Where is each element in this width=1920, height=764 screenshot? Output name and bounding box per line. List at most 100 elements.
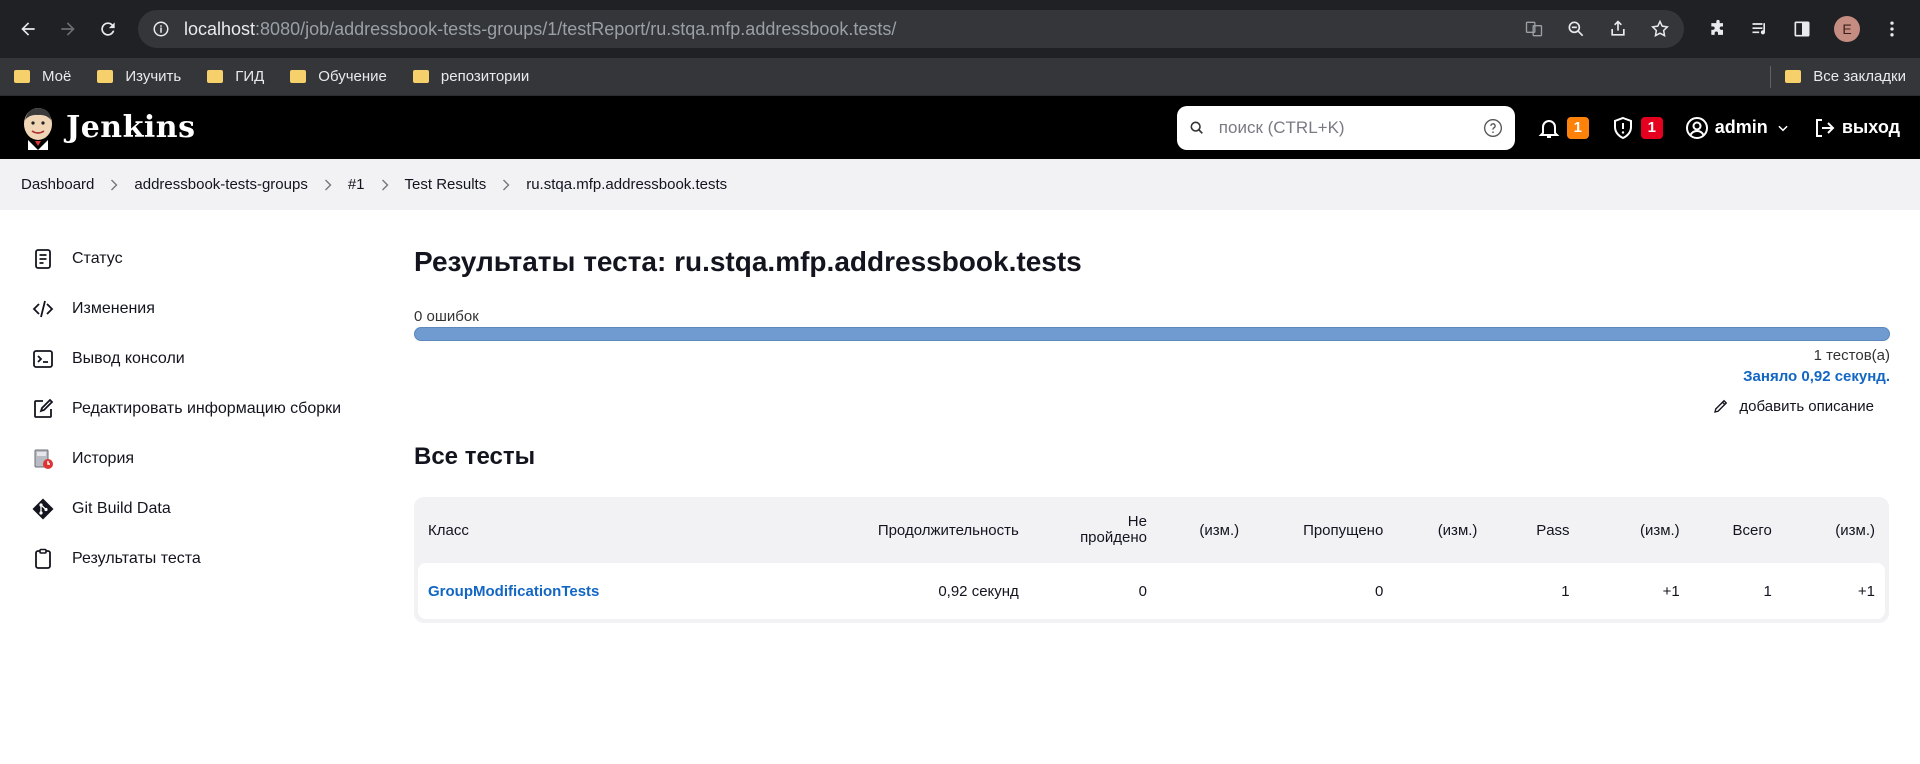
column-header[interactable]: (изм.) bbox=[1393, 497, 1487, 563]
bookmark-folder[interactable]: репозитории bbox=[412, 68, 530, 85]
column-header[interactable]: Pass bbox=[1487, 497, 1579, 563]
chevron-right-icon bbox=[324, 179, 332, 190]
sidebar-item-git-build-data[interactable]: Git Build Data bbox=[30, 484, 414, 534]
all-bookmarks[interactable]: Все закладки bbox=[1770, 65, 1906, 88]
zoom-icon[interactable] bbox=[1566, 19, 1586, 39]
side-panel: Статус Изменения Вывод консоли Редактиро… bbox=[0, 210, 414, 623]
url-host: localhost bbox=[184, 18, 256, 39]
bookmark-label: Обучение bbox=[318, 68, 387, 85]
folder-icon bbox=[290, 70, 307, 83]
bell-icon bbox=[1538, 119, 1560, 138]
sidebar-item-test-results[interactable]: Результаты теста bbox=[30, 534, 414, 584]
jenkins-butler-icon bbox=[24, 107, 52, 150]
sidebar-item-changes[interactable]: Изменения bbox=[30, 284, 414, 334]
main-panel: Результаты теста: ru.stqa.mfp.addressboo… bbox=[414, 210, 1920, 623]
bookmark-label: Моё bbox=[42, 68, 72, 85]
sidebar-item-label: Вывод консоли bbox=[72, 350, 185, 367]
all-bookmarks-label: Все закладки bbox=[1813, 68, 1906, 85]
breadcrumb-item[interactable]: Test Results bbox=[405, 176, 487, 193]
column-header[interactable]: (изм.) bbox=[1782, 497, 1885, 563]
bookmark-folder[interactable]: Моё bbox=[14, 68, 71, 85]
address-bar[interactable]: localhost:8080/job/addressbook-tests-gro… bbox=[138, 10, 1684, 48]
sidebar-item-history[interactable]: История bbox=[30, 434, 414, 484]
column-header[interactable]: Пропущено bbox=[1249, 497, 1393, 563]
failed-diff-cell bbox=[1156, 563, 1250, 619]
skipped-diff-cell bbox=[1393, 563, 1488, 619]
security-badge: 1 bbox=[1640, 116, 1663, 139]
sidebar-item-label: Статус bbox=[72, 250, 123, 267]
test-results-table: Класс Продолжительность Не пройдено (изм… bbox=[414, 497, 1889, 623]
history-icon bbox=[34, 449, 53, 469]
column-header[interactable]: Всего bbox=[1690, 497, 1782, 563]
user-name: admin bbox=[1714, 117, 1768, 137]
breadcrumb-item[interactable]: ru.stqa.mfp.addressbook.tests bbox=[526, 176, 727, 193]
column-header[interactable]: Не пройдено bbox=[1029, 497, 1157, 563]
extensions-icon[interactable] bbox=[1708, 19, 1728, 39]
notifications-button[interactable]: 1 bbox=[1537, 116, 1589, 140]
profile-avatar[interactable]: E bbox=[1834, 16, 1860, 42]
bookmark-label: репозитории bbox=[440, 68, 530, 85]
media-icon[interactable] bbox=[1750, 19, 1770, 39]
translate-icon[interactable] bbox=[1524, 19, 1544, 39]
bookmarks-bar: Моё Изучить ГИД Обучение репозитории Все… bbox=[0, 58, 1920, 96]
table-header-row: Класс Продолжительность Не пройдено (изм… bbox=[418, 497, 1885, 563]
class-link[interactable]: GroupModificationTests bbox=[428, 583, 599, 600]
terminal-icon bbox=[33, 350, 53, 368]
test-progress-bar bbox=[414, 327, 1890, 341]
sidebar-item-label: История bbox=[72, 450, 135, 467]
page-title: Результаты теста: ru.stqa.mfp.addressboo… bbox=[414, 246, 1082, 277]
bookmark-folder[interactable]: Изучить bbox=[97, 68, 181, 85]
url-path: :8080/job/addressbook-tests-groups/1/tes… bbox=[255, 18, 897, 39]
add-description-button[interactable]: добавить описание bbox=[414, 397, 1890, 415]
logout-icon bbox=[1815, 118, 1835, 137]
star-icon[interactable] bbox=[1650, 19, 1670, 39]
chevron-down-icon bbox=[1778, 125, 1788, 131]
security-button[interactable]: 1 bbox=[1611, 116, 1663, 140]
breadcrumb-item[interactable]: addressbook-tests-groups bbox=[134, 176, 307, 193]
reload-icon bbox=[101, 22, 115, 36]
duration-link[interactable]: Заняло 0,92 секунд. bbox=[414, 368, 1890, 385]
edit-icon bbox=[34, 398, 54, 418]
breadcrumb-item[interactable]: #1 bbox=[348, 176, 365, 193]
search-box[interactable] bbox=[1176, 105, 1515, 150]
jenkins-logo[interactable]: Jenkins bbox=[20, 106, 195, 150]
sidebar-item-status[interactable]: Статус bbox=[30, 234, 414, 284]
failures-summary: 0 ошибок bbox=[414, 308, 479, 325]
column-header[interactable]: Класс bbox=[418, 497, 778, 563]
bookmark-folder[interactable]: Обучение bbox=[290, 68, 387, 85]
notifications-badge: 1 bbox=[1566, 116, 1589, 139]
back-button[interactable] bbox=[10, 11, 46, 47]
browser-toolbar: localhost:8080/job/addressbook-tests-gro… bbox=[0, 0, 1920, 58]
url-text[interactable]: localhost:8080/job/addressbook-tests-gro… bbox=[184, 19, 896, 40]
shield-alert-icon bbox=[1613, 116, 1632, 139]
menu-dots-icon[interactable] bbox=[1882, 19, 1902, 39]
code-icon bbox=[32, 300, 54, 318]
user-menu[interactable]: admin bbox=[1685, 116, 1790, 140]
reload-button[interactable] bbox=[90, 11, 126, 47]
logout-button[interactable]: выход bbox=[1812, 116, 1900, 140]
column-header[interactable]: (изм.) bbox=[1580, 497, 1690, 563]
folder-icon bbox=[97, 70, 114, 83]
sidebar-item-console[interactable]: Вывод консоли bbox=[30, 334, 414, 384]
folder-icon bbox=[412, 70, 429, 83]
breadcrumb-item[interactable]: Dashboard bbox=[21, 176, 94, 193]
arrow-right-icon bbox=[61, 22, 75, 36]
bookmark-folder[interactable]: ГИД bbox=[207, 68, 264, 85]
side-panel-icon[interactable] bbox=[1792, 19, 1812, 39]
share-icon[interactable] bbox=[1608, 19, 1628, 39]
clipboard-icon bbox=[35, 548, 51, 569]
breadcrumb: Dashboard addressbook-tests-groups #1 Te… bbox=[0, 159, 1920, 210]
column-header[interactable]: (изм.) bbox=[1157, 497, 1249, 563]
sidebar-item-label: Git Build Data bbox=[72, 500, 171, 517]
column-header[interactable]: Продолжительность bbox=[778, 497, 1028, 563]
bookmark-label: Изучить bbox=[125, 68, 182, 85]
site-info-icon[interactable] bbox=[152, 20, 170, 38]
help-icon[interactable] bbox=[1483, 118, 1503, 138]
sidebar-item-edit-build[interactable]: Редактировать информацию сборки bbox=[30, 384, 414, 434]
search-input[interactable] bbox=[1218, 117, 1483, 138]
pencil-icon bbox=[1714, 399, 1728, 413]
status-icon bbox=[35, 249, 51, 269]
forward-button[interactable] bbox=[50, 11, 86, 47]
duration-cell: 0,92 секунд bbox=[778, 563, 1029, 619]
chevron-right-icon bbox=[503, 179, 510, 190]
